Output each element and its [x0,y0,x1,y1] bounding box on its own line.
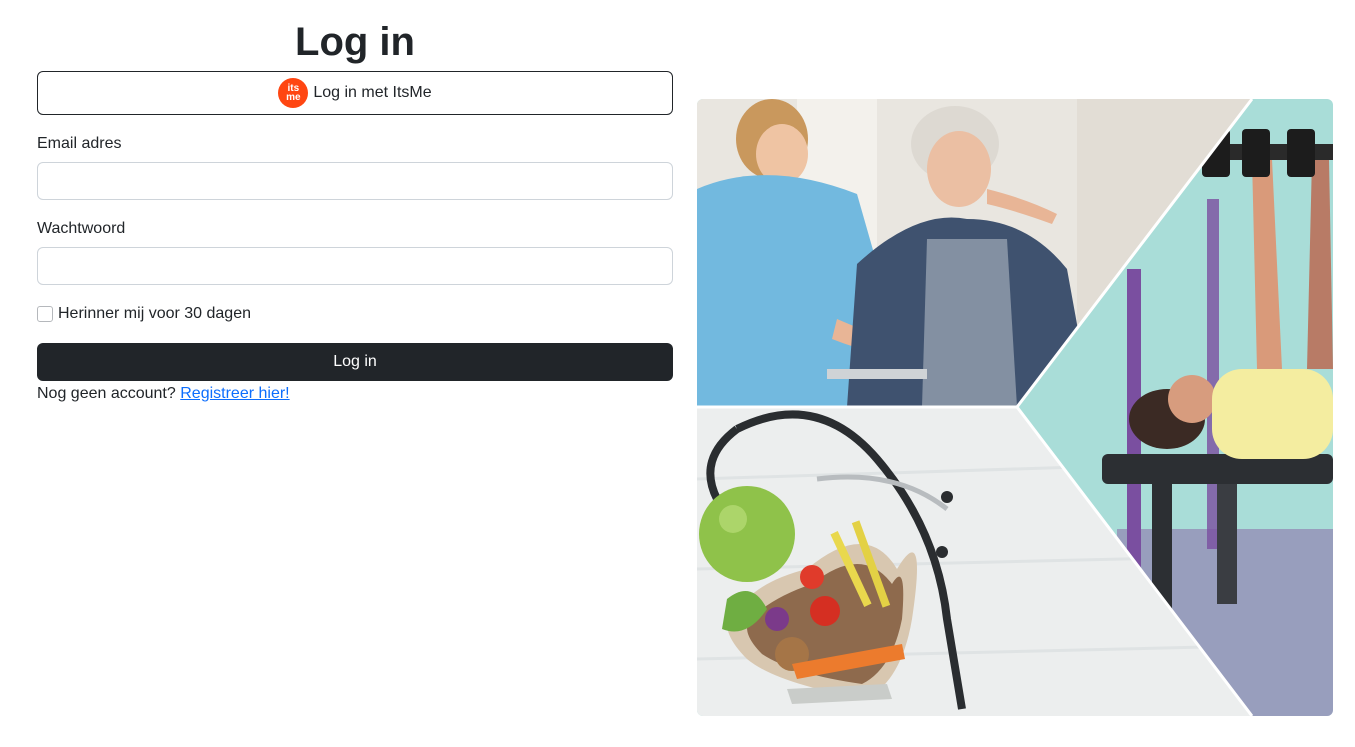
remember-me-row: Herinner mij voor 30 dagen [37,304,673,324]
login-submit-button[interactable]: Log in [37,343,673,381]
register-row: Nog geen account? Registreer hier! [37,384,673,404]
remember-me-label[interactable]: Herinner mij voor 30 dagen [58,305,251,323]
login-form-column: Log in its me Log in met ItsMe Email adr… [37,0,673,404]
register-link[interactable]: Registreer hier! [180,385,289,402]
register-prompt: Nog geen account? [37,385,176,402]
itsme-login-button[interactable]: its me Log in met ItsMe [37,71,673,115]
email-label: Email adres [37,135,122,152]
login-page: Log in its me Log in met ItsMe Email adr… [0,0,1355,747]
woman-tank-top [1212,369,1333,459]
remember-me-checkbox[interactable] [37,306,53,322]
green-apple [699,486,795,582]
email-field[interactable] [37,162,673,200]
page-title: Log in [295,20,415,64]
password-field[interactable] [37,247,673,285]
hero-collage-image [697,99,1333,716]
itsme-button-label: Log in met ItsMe [313,84,432,101]
itsme-logo-icon: its me [278,78,309,108]
password-label: Wachtwoord [37,220,126,237]
